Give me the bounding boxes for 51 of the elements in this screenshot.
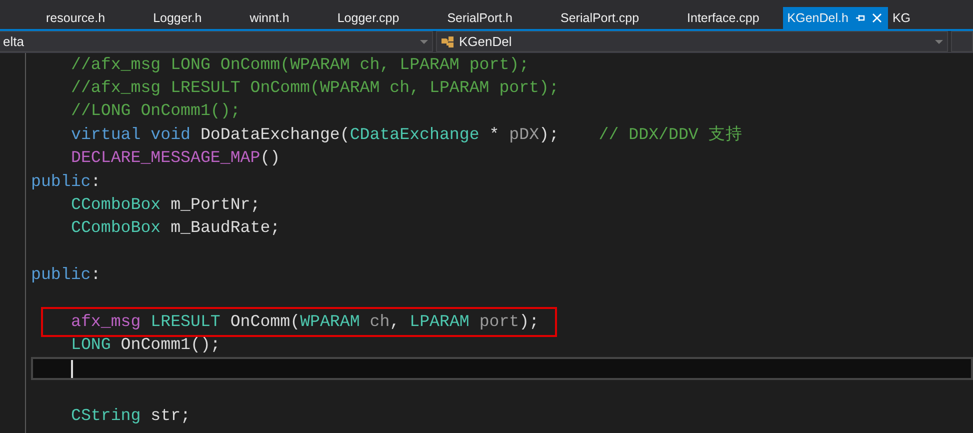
code-token: CString — [71, 406, 141, 425]
code-token: m_BaudRate; — [170, 218, 280, 238]
file-tab[interactable]: Interface.cpp — [663, 7, 784, 29]
file-tab[interactable]: KG — [892, 7, 935, 29]
file-tab[interactable]: resource.h — [22, 7, 130, 29]
pin-icon[interactable] — [855, 13, 866, 23]
code-token: OnComm( — [230, 312, 300, 331]
code-token: public — [31, 265, 91, 284]
code-token: OnComm1(); — [120, 335, 220, 354]
file-tab[interactable]: Logger.cpp — [313, 7, 424, 29]
code-token: DECLARE_MESSAGE_MAP — [71, 148, 260, 168]
code-token: DoDataExchange( — [200, 124, 350, 144]
code-token: CComboBox — [71, 218, 161, 238]
code-token: //afx_msg LONG OnComm(WPARAM ch, LPARAM port); — [71, 54, 530, 74]
code-token: () — [260, 148, 280, 168]
code-token: ); — [539, 124, 559, 144]
text-cursor — [71, 360, 73, 378]
code-token: public — [31, 172, 91, 191]
code-token: LONG — [71, 335, 111, 354]
code-token: : — [90, 172, 101, 191]
code-token: LRESULT — [150, 312, 220, 331]
code-token: , — [390, 312, 400, 331]
code-token: LPARAM — [410, 312, 470, 331]
file-tab[interactable]: winnt.h — [226, 7, 314, 29]
code-token: afx_msg — [71, 312, 141, 331]
file-tab[interactable]: SerialPort.cpp — [536, 7, 664, 29]
code-token: // DDX/DDV 支持 — [598, 124, 742, 144]
file-tab[interactable]: SerialPort.h — [423, 7, 537, 29]
class-icon — [441, 36, 455, 48]
project-dropdown[interactable]: elta — [0, 31, 433, 52]
code-token: WPARAM — [300, 312, 360, 331]
code-token: ); — [519, 312, 540, 331]
code-token: m_PortNr; — [170, 195, 260, 214]
code-token: //afx_msg LRESULT OnComm(WPARAM ch, LPARAM port); — [71, 78, 559, 98]
code-token: str; — [150, 406, 191, 425]
code-token: ch — [370, 312, 390, 331]
code-token: * — [489, 124, 500, 144]
class-dropdown[interactable]: KGenDel — [436, 31, 948, 52]
file-tab[interactable]: KGenDel.h — [783, 7, 888, 29]
code-token: port — [479, 312, 520, 331]
code-token: pDX — [509, 124, 540, 144]
code-token: CComboBox — [71, 195, 161, 214]
code-token: //LONG OnComm1(); — [71, 101, 240, 120]
code-token: void — [150, 124, 191, 144]
caret-icon — [420, 40, 428, 44]
code-token: : — [90, 265, 101, 284]
code-token: virtual — [71, 124, 141, 144]
close-icon[interactable] — [872, 13, 882, 23]
caret-icon — [935, 40, 943, 44]
code-token: CDataExchange — [350, 124, 480, 144]
file-tab[interactable]: Logger.h — [129, 7, 226, 29]
